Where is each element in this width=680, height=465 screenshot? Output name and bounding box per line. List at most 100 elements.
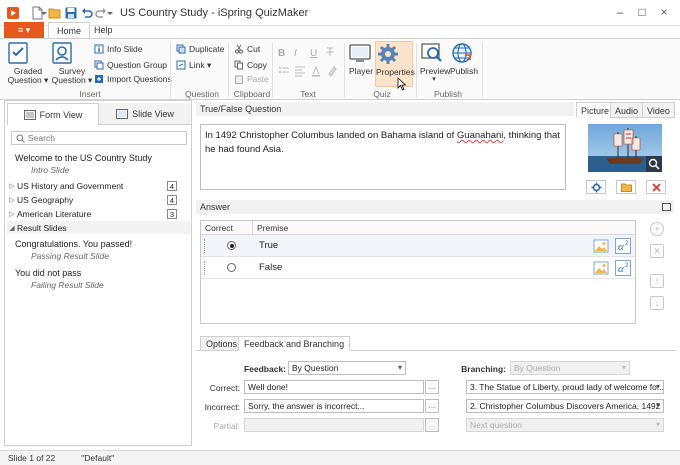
minimize-button[interactable]: – [612,4,628,20]
feedback-dropdown[interactable]: By Question [288,361,406,375]
survey-question-button[interactable]: Survey Question ▾ [50,41,94,85]
insert-equation-icon[interactable]: α2 [615,260,631,276]
tab-help[interactable]: Help [86,22,121,38]
expand-arrow-icon[interactable]: ▷ [7,210,17,218]
slide-list-pane: Form View Slide View Welcome to the US C… [4,100,192,446]
expand-arrow-icon[interactable]: ▷ [7,196,17,204]
tab-options[interactable]: Options [200,336,244,351]
partial-branch-dropdown[interactable]: Next question [466,418,664,432]
correct-feedback-more-button[interactable]: ... [425,380,439,394]
search-box[interactable] [11,131,187,145]
copy-button[interactable]: Copy [234,59,267,71]
undo-icon[interactable] [80,6,94,20]
correct-radio[interactable] [227,241,236,250]
insert-image-icon[interactable] [593,238,609,254]
tab-feedback-branching[interactable]: Feedback and Branching [238,336,351,351]
answer-row[interactable]: True α2 [201,235,635,257]
font-color-icon[interactable] [310,65,322,77]
question-text-part: In 1492 Christopher Columbus landed on B… [205,130,457,141]
question-group-button[interactable]: Question Group [94,59,167,71]
move-down-icon[interactable]: ↓ [650,296,664,310]
new-file-dropdown-icon[interactable] [40,6,48,20]
search-input[interactable] [28,133,178,143]
graded-question-button[interactable]: Graded Question ▾ [6,41,50,85]
delete-picture-button[interactable] [646,180,666,194]
link-icon [176,60,186,70]
italic-button[interactable]: I [294,47,297,59]
partial-feedback-input[interactable] [244,418,424,432]
tab-form-view[interactable]: Form View [7,103,99,125]
info-slide-button[interactable]: Info Slide [94,43,142,55]
picture-settings-button[interactable] [586,180,606,194]
publish-button[interactable]: Publish [450,41,478,76]
zoom-picture-icon[interactable] [646,156,662,172]
close-window-button[interactable]: × [656,4,672,20]
underline-button[interactable]: U [310,47,317,59]
tab-slide-view[interactable]: Slide View [99,103,191,125]
correct-feedback-input[interactable]: Well done! [244,380,424,394]
properties-label: Properties [376,67,415,77]
question-group-item[interactable]: ▷ American Literature 3 [7,207,191,220]
tab-picture[interactable]: Picture [576,102,615,118]
drag-handle-icon[interactable] [204,261,207,275]
insert-group-label: Insert [79,89,101,99]
text-group-label: Text [300,89,316,99]
collapse-arrow-icon[interactable]: ◢ [7,224,17,232]
question-group-item[interactable]: ▷ US History and Government 4 [7,179,191,192]
status-bar: Slide 1 of 22 "Default" [0,450,680,465]
highlight-icon[interactable] [326,65,338,77]
insert-equation-icon[interactable]: α2 [615,238,631,254]
question-text-editor[interactable]: In 1492 Christopher Columbus landed on B… [200,124,566,190]
result-slides-group[interactable]: ◢ Result Slides [7,221,191,234]
properties-button[interactable]: Properties [375,41,415,87]
question-group-item[interactable]: ▷ US Geography 4 [7,193,191,206]
survey-question-label: Survey Question ▾ [51,66,93,85]
file-menu-button[interactable]: ≡ ▾ [4,22,44,38]
align-icon[interactable] [294,65,306,77]
import-questions-button[interactable]: Import Questions [94,73,172,85]
open-folder-icon[interactable] [48,6,62,20]
replace-picture-button[interactable] [616,180,636,194]
answer-text[interactable]: True [259,240,278,251]
bold-button[interactable]: B [278,47,285,59]
drag-handle-icon[interactable] [204,239,207,253]
tab-home[interactable]: Home [48,22,91,38]
intro-slide-title[interactable]: Welcome to the US Country Study [15,153,152,163]
answer-row[interactable]: False α2 [201,257,635,279]
insert-image-icon[interactable] [593,260,609,276]
search-icon [16,134,25,143]
remove-answer-icon[interactable]: ✕ [650,244,664,258]
partial-feedback-more-button[interactable]: ... [425,418,439,432]
answer-header: Answer [196,200,674,214]
cut-button[interactable]: Cut [234,43,260,55]
tab-video[interactable]: Video [642,102,675,118]
slide-counter: Slide 1 of 22 [8,453,56,463]
svg-text:α: α [618,241,624,253]
incorrect-feedback-input[interactable]: Sorry, the answer is incorrect... [244,399,424,413]
branching-dropdown[interactable]: By Question [510,361,630,375]
form-view-label: Form View [39,109,83,120]
result-slide-title[interactable]: You did not pass [15,268,81,278]
incorrect-feedback-more-button[interactable]: ... [425,399,439,413]
maximize-panel-icon[interactable] [662,203,671,211]
move-up-icon[interactable]: ↑ [650,274,664,288]
link-button[interactable]: Link ▾ [176,59,211,71]
incorrect-branch-dropdown[interactable]: 2. Christopher Columbus Discovers Americ… [466,399,664,413]
duplicate-button[interactable]: Duplicate [176,43,224,55]
maximize-button[interactable]: □ [634,4,650,20]
result-slide-title[interactable]: Congratulations. You passed! [15,239,132,249]
tab-audio[interactable]: Audio [610,102,644,118]
answer-text[interactable]: False [259,262,282,273]
expand-arrow-icon[interactable]: ▷ [7,182,17,190]
correct-branch-dropdown[interactable]: 3. The Statue of Liberty, proud lady of … [466,380,664,394]
bullets-icon[interactable] [278,65,290,77]
preview-button[interactable]: Preview ▾ [420,41,450,83]
player-button[interactable]: Player [348,41,374,76]
correct-radio[interactable] [227,263,236,272]
add-answer-icon[interactable]: + [650,222,664,236]
ribbon-separator [228,43,229,97]
save-icon[interactable] [64,6,78,20]
customize-toolbar-icon[interactable] [106,6,114,20]
strikethrough-icon[interactable] [324,46,336,58]
paste-button[interactable]: Paste [234,73,269,85]
